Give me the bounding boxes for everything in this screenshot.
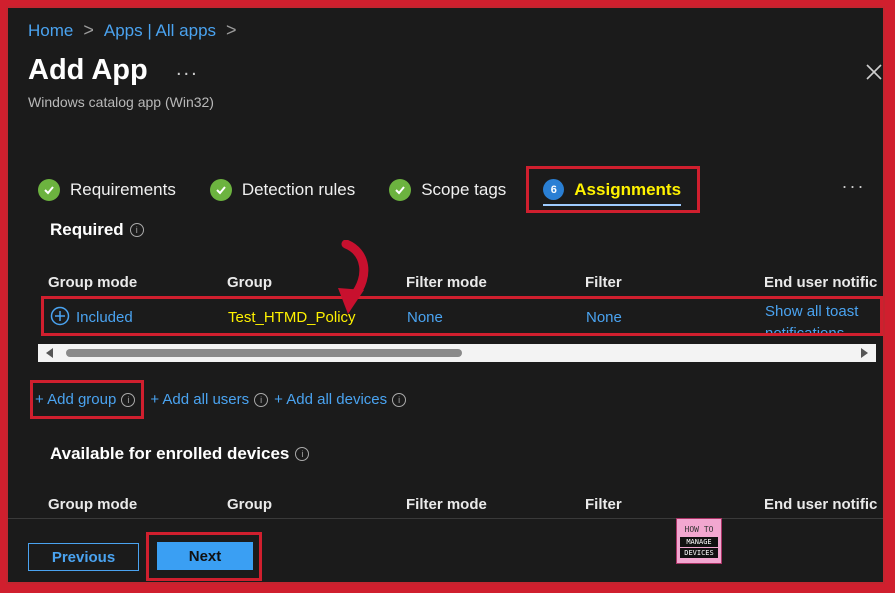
logo-text-line1: HOW TO — [684, 525, 714, 534]
required-table-header: Group mode Group Filter mode Filter End … — [8, 274, 883, 294]
available-section-title: Available for enrolled devices i — [50, 444, 310, 464]
tab-requirements[interactable]: Requirements — [38, 178, 176, 201]
notification-link[interactable]: Show all toast notifications — [765, 301, 875, 333]
add-app-panel: Home > Apps | All apps > Add App ... Win… — [6, 6, 885, 584]
column-header-group-mode: Group mode — [48, 274, 138, 291]
assignment-links: + Add group i + Add all users i + Add al… — [30, 380, 412, 419]
add-circle-icon[interactable] — [50, 306, 70, 326]
tab-label: Assignments — [574, 179, 682, 199]
chevron-right-icon: > — [83, 20, 94, 40]
annotation-arrow-icon — [338, 240, 369, 314]
info-icon[interactable]: i — [295, 447, 310, 461]
column-header-group: Group — [227, 496, 272, 513]
tab-label: Requirements — [70, 179, 176, 199]
add-all-users-label: + Add all users — [150, 391, 250, 408]
page-subtitle: Windows catalog app (Win32) — [28, 94, 214, 110]
column-header-filter-mode: Filter mode — [406, 274, 487, 291]
more-tabs-icon[interactable]: ... — [842, 172, 866, 193]
logo-text-line2: MANAGE — [680, 537, 718, 547]
info-icon[interactable]: i — [129, 223, 144, 237]
breadcrumb-home[interactable]: Home — [28, 21, 73, 41]
available-title-text: Available for enrolled devices — [50, 444, 290, 463]
column-header-filter-mode: Filter mode — [406, 496, 487, 513]
info-icon[interactable]: i — [254, 392, 269, 407]
active-tab-indicator — [543, 204, 682, 206]
column-header-group: Group — [227, 274, 272, 291]
column-header-filter: Filter — [585, 496, 622, 513]
close-icon[interactable] — [864, 62, 884, 82]
table-row[interactable]: Included Test_HTMD_Policy None None Show… — [41, 296, 883, 336]
info-icon[interactable]: i — [121, 392, 136, 407]
htmd-logo: HOW TO MANAGE DEVICES — [676, 518, 722, 564]
check-icon — [209, 178, 232, 201]
tab-scope-tags[interactable]: Scope tags — [389, 178, 507, 201]
tab-detection-rules[interactable]: Detection rules — [209, 178, 356, 201]
scroll-left-icon[interactable] — [46, 348, 53, 358]
step-number-badge: 6 — [543, 179, 565, 200]
wizard-steps: Requirements Detection rules Scope tags … — [38, 166, 734, 213]
column-header-end-user-notifications: End user notific — [764, 274, 878, 291]
page-title: Add App — [28, 54, 148, 86]
breadcrumb: Home > Apps | All apps > — [28, 20, 237, 41]
required-section-title: Required i — [50, 220, 144, 240]
filter-mode-link[interactable]: None — [407, 309, 443, 326]
tab-assignments[interactable]: 6 Assignments — [526, 166, 701, 213]
info-icon[interactable]: i — [392, 392, 407, 407]
horizontal-scrollbar[interactable] — [38, 344, 876, 362]
footer-divider — [8, 518, 883, 519]
tab-label: Scope tags — [421, 179, 507, 199]
next-button[interactable]: Next — [157, 542, 253, 570]
add-group-link[interactable]: + Add group i — [30, 380, 145, 419]
scrollbar-thumb[interactable] — [66, 349, 462, 357]
next-button-highlight: Next — [146, 532, 262, 581]
filter-link[interactable]: None — [586, 309, 622, 326]
required-title-text: Required — [50, 220, 124, 239]
tab-label: Detection rules — [241, 179, 356, 199]
available-table-header: Group mode Group Filter mode Filter End … — [8, 496, 883, 516]
more-options-icon[interactable]: ... — [176, 58, 199, 81]
check-icon — [38, 178, 60, 201]
add-all-users-link[interactable]: + Add all users i — [150, 391, 269, 408]
scroll-right-icon[interactable] — [861, 348, 868, 358]
group-mode-link[interactable]: Included — [76, 309, 133, 326]
add-all-devices-label: + Add all devices — [274, 391, 388, 408]
column-header-filter: Filter — [585, 274, 622, 291]
add-all-devices-link[interactable]: + Add all devices i — [274, 391, 407, 408]
column-header-group-mode: Group mode — [48, 496, 138, 513]
previous-button[interactable]: Previous — [28, 543, 139, 571]
column-header-end-user-notifications: End user notific — [764, 496, 878, 513]
check-icon — [389, 178, 412, 201]
add-group-label: + Add group — [35, 391, 117, 408]
breadcrumb-all-apps[interactable]: Apps | All apps — [104, 21, 216, 41]
chevron-right-icon: > — [226, 20, 237, 40]
logo-text-line3: DEVICES — [680, 548, 718, 558]
